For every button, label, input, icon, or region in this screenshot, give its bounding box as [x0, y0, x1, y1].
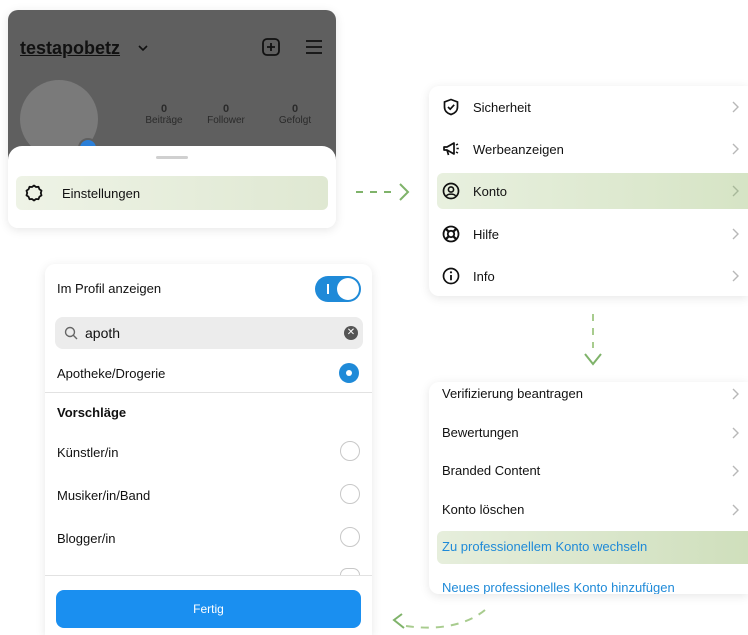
- search-icon: [64, 326, 78, 340]
- stat-followers-value: 0: [222, 103, 230, 115]
- stat-followers-label: Follower: [207, 115, 245, 126]
- create-post-icon[interactable]: [262, 38, 280, 56]
- shield-icon: [443, 98, 459, 116]
- show-on-profile-toggle[interactable]: [315, 276, 361, 302]
- flow-arrow-right-icon: [356, 183, 410, 201]
- account-item-ratings[interactable]: Bewertungen: [429, 417, 748, 449]
- gear-icon: [25, 184, 43, 202]
- megaphone-icon: [443, 142, 459, 156]
- account-icon: [442, 182, 460, 200]
- add-professional-account-link[interactable]: Neues professionelles Konto hinzufügen: [429, 572, 748, 594]
- account-item-label: Branded Content: [442, 463, 541, 478]
- selected-category-radio[interactable]: [339, 363, 359, 383]
- chevron-right-icon: [732, 270, 739, 282]
- toggle-knob: [337, 278, 359, 300]
- profile-header: testapobetz 0 Beiträge 0 Follower 0 Gefolgt: [8, 10, 336, 160]
- suggestion-label[interactable]: Musiker/in/Band: [57, 488, 150, 503]
- settings-item-label: Hilfe: [473, 227, 500, 242]
- chevron-right-icon: [732, 143, 739, 155]
- category-search-input[interactable]: apoth ✕: [55, 317, 363, 349]
- suggestion-radio[interactable]: [340, 441, 360, 461]
- chevron-down-icon[interactable]: [136, 41, 150, 55]
- stat-followers[interactable]: 0 Follower: [196, 103, 256, 127]
- settings-menu-item[interactable]: Einstellungen: [16, 176, 328, 210]
- chevron-right-icon: [732, 185, 739, 197]
- account-item-label: Neues professionelles Konto hinzufügen: [442, 580, 675, 594]
- account-item-delete[interactable]: Konto löschen: [429, 494, 748, 526]
- suggestions-heading: Vorschläge: [57, 405, 127, 420]
- bottom-sheet: Einstellungen: [8, 146, 336, 228]
- info-icon: [442, 267, 460, 285]
- category-panel: Im Profil anzeigen apoth ✕ Apotheke/Drog…: [45, 264, 372, 635]
- stat-following-label: Gefolgt: [278, 115, 312, 126]
- settings-item-info[interactable]: Info: [429, 258, 748, 294]
- settings-panel: Sicherheit Werbeanzeigen Konto Hilfe Inf…: [429, 86, 748, 296]
- settings-label: Einstellungen: [62, 186, 141, 201]
- account-item-branded-content[interactable]: Branded Content: [429, 455, 748, 487]
- sheet-handle[interactable]: [156, 156, 188, 159]
- toggle-on-mark: [327, 284, 329, 294]
- suggestion-label[interactable]: Künstler/in: [57, 445, 118, 460]
- settings-item-ads[interactable]: Werbeanzeigen: [429, 131, 748, 167]
- stat-following-value: 0: [291, 103, 299, 115]
- profile-username[interactable]: testapobetz: [20, 38, 120, 59]
- chevron-right-icon: [732, 427, 739, 439]
- switch-to-professional-link[interactable]: Zu professionellem Konto wechseln: [437, 531, 748, 564]
- settings-item-help[interactable]: Hilfe: [429, 216, 748, 252]
- settings-item-label: Info: [473, 269, 495, 284]
- suggestion-radio[interactable]: [340, 527, 360, 547]
- account-item-label: Bewertungen: [442, 425, 519, 440]
- show-on-profile-label: Im Profil anzeigen: [57, 281, 162, 296]
- settings-item-label: Konto: [473, 184, 507, 199]
- stat-posts-value: 0: [160, 103, 168, 115]
- divider: [45, 575, 372, 576]
- settings-item-label: Sicherheit: [473, 100, 531, 115]
- flow-arrow-down-icon: [584, 314, 602, 366]
- divider: [45, 392, 372, 393]
- stat-following[interactable]: 0 Gefolgt: [265, 103, 325, 127]
- selected-category-label[interactable]: Apotheke/Drogerie: [57, 366, 165, 381]
- hamburger-menu-icon[interactable]: [305, 39, 323, 55]
- account-item-label: Zu professionellem Konto wechseln: [442, 539, 648, 554]
- search-value: apoth: [85, 325, 121, 341]
- suggestion-label[interactable]: Blogger/in: [57, 531, 116, 546]
- done-button[interactable]: Fertig: [56, 590, 361, 628]
- clear-search-icon[interactable]: ✕: [344, 326, 358, 340]
- settings-item-security[interactable]: Sicherheit: [429, 89, 748, 125]
- suggestion-radio-partial: [340, 568, 360, 575]
- suggestion-radio[interactable]: [340, 484, 360, 504]
- chevron-right-icon: [732, 465, 739, 477]
- account-item-label: Verifizierung beantragen: [442, 386, 583, 401]
- lifebuoy-icon: [442, 225, 460, 243]
- chevron-right-icon: [732, 504, 739, 516]
- flow-arrow-back-icon: [392, 609, 486, 629]
- settings-item-account[interactable]: Konto: [437, 173, 748, 209]
- chevron-right-icon: [732, 101, 739, 113]
- profile-panel: testapobetz 0 Beiträge 0 Follower 0 Gefolgt…: [8, 10, 336, 228]
- stat-posts-label: Beiträge: [145, 115, 183, 126]
- stat-posts[interactable]: 0 Beiträge: [134, 103, 194, 127]
- radio-dot: [346, 370, 352, 376]
- chevron-right-icon: [732, 228, 739, 240]
- chevron-right-icon: [732, 388, 739, 400]
- account-panel: Verifizierung beantragen Bewertungen Bra…: [429, 382, 748, 594]
- settings-item-label: Werbeanzeigen: [473, 142, 564, 157]
- account-item-label: Konto löschen: [442, 502, 525, 517]
- account-item-verification[interactable]: Verifizierung beantragen: [429, 382, 748, 410]
